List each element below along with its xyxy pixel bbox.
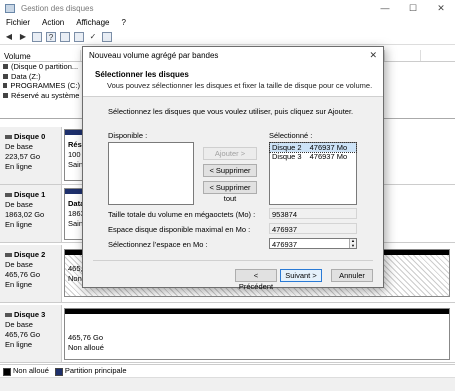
space-mb-stepper[interactable]: 476937 ▲ ▼	[269, 238, 357, 249]
dialog-title: Nouveau volume agrégé par bandes	[89, 50, 219, 60]
remove-button[interactable]: < Supprimer	[203, 164, 257, 177]
disk-icon	[5, 253, 12, 257]
volume-item[interactable]: PROGRAMMES (C:)	[0, 81, 80, 91]
volume-icon	[3, 83, 8, 89]
selected-disks-list[interactable]: Disque 2 476937 Mo Disque 3 476937 Mo	[269, 142, 357, 205]
menu-help[interactable]: ?	[115, 17, 131, 29]
list-item[interactable]: Disque 2 476937 Mo	[269, 142, 357, 153]
column-separator[interactable]	[80, 50, 81, 61]
previous-button[interactable]: < Précédent	[235, 269, 277, 291]
volume-item[interactable]: (Disque 0 partition...	[0, 62, 80, 72]
disk-view-icon[interactable]	[102, 32, 112, 42]
toolbar: ◀ ▶ ? ✓	[0, 30, 455, 45]
volume-icon	[3, 73, 8, 79]
help-icon[interactable]: ?	[46, 32, 56, 42]
max-space-label: Espace disque disponible maximal en Mo :	[108, 225, 251, 234]
disk-label[interactable]: Disque 3 De base 465,76 Go En ligne	[0, 305, 62, 362]
title-bar: Gestion des disques — ☐ ✕	[0, 0, 455, 16]
maximize-button[interactable]: ☐	[399, 0, 427, 16]
disk-icon	[5, 313, 12, 317]
list-view-icon[interactable]	[74, 32, 84, 42]
console-tree-icon[interactable]	[32, 32, 42, 42]
cancel-button[interactable]: Annuler	[331, 269, 373, 282]
total-size-label: Taille totale du volume en mégaoctets (M…	[108, 210, 256, 219]
properties-icon[interactable]	[60, 32, 70, 42]
volume-icon	[3, 64, 8, 70]
next-button[interactable]: Suivant >	[280, 269, 322, 282]
legend: Non alloué Partition principale	[0, 364, 455, 377]
dialog-title-bar: Nouveau volume agrégé par bandes ✕	[83, 47, 383, 63]
legend-item: Partition principale	[54, 366, 127, 376]
volume-icon	[3, 92, 8, 98]
column-separator[interactable]	[420, 50, 421, 61]
wizard-header: Sélectionner les disques Vous pouvez sél…	[83, 63, 383, 97]
minimize-button[interactable]: —	[371, 0, 399, 16]
menu-affichage[interactable]: Affichage	[70, 17, 115, 29]
close-icon[interactable]: ✕	[369, 49, 377, 61]
wizard-subheading: Vous pouvez sélectionner les disques et …	[107, 81, 373, 90]
menu-fichier[interactable]: Fichier	[0, 17, 36, 29]
select-space-label: Sélectionnez l’espace en Mo :	[108, 240, 208, 249]
wizard-heading: Sélectionner les disques	[95, 70, 189, 79]
back-arrow-icon[interactable]: ◀	[4, 32, 14, 42]
total-size-field: 953874	[269, 208, 357, 219]
volume-column-header[interactable]: Volume	[4, 52, 31, 61]
menu-bar: Fichier Action Affichage ?	[0, 17, 455, 29]
spinner-arrows-icon[interactable]: ▲ ▼	[349, 238, 356, 248]
disk-label[interactable]: Disque 1 De base 1863,02 Go En ligne	[0, 185, 62, 242]
remove-all-button[interactable]: < Supprimer tout	[203, 181, 257, 203]
volume-list: (Disque 0 partition... Data (Z:) PROGRAM…	[0, 62, 80, 100]
available-label: Disponible :	[108, 131, 148, 140]
disk-icon	[5, 193, 12, 197]
column-separator[interactable]	[384, 50, 385, 61]
legend-swatch	[3, 367, 11, 376]
volume-item[interactable]: Réservé au système	[0, 91, 80, 101]
divider	[93, 260, 373, 261]
max-space-field: 476937	[269, 223, 357, 234]
unallocated-block[interactable]: 465,76 Go Non alloué	[64, 308, 450, 360]
disk-row-3: Disque 3 De base 465,76 Go En ligne 465,…	[0, 305, 455, 363]
disk-management-icon	[5, 3, 15, 13]
window-title: Gestion des disques	[21, 3, 94, 13]
forward-arrow-icon[interactable]: ▶	[18, 32, 28, 42]
selected-label: Sélectionné :	[269, 131, 313, 140]
add-button[interactable]: Ajouter >	[203, 147, 257, 160]
disk-label[interactable]: Disque 0 De base 223,57 Go En ligne	[0, 127, 62, 184]
volume-item[interactable]: Data (Z:)	[0, 72, 80, 82]
legend-swatch	[54, 367, 63, 376]
disk-icon	[5, 135, 12, 139]
striped-volume-wizard: Nouveau volume agrégé par bandes ✕ Sélec…	[82, 46, 384, 291]
available-disks-list[interactable]	[108, 142, 194, 205]
check-icon[interactable]: ✓	[88, 32, 98, 42]
wizard-body: Sélectionnez les disques que vous voulez…	[83, 97, 383, 291]
disk-label[interactable]: Disque 2 De base 465,76 Go En ligne	[0, 245, 62, 302]
menu-action[interactable]: Action	[36, 17, 70, 29]
close-window-button[interactable]: ✕	[427, 0, 455, 16]
legend-item: Non alloué	[3, 366, 49, 376]
status-bar	[0, 377, 455, 391]
list-item[interactable]: Disque 3 476937 Mo	[270, 152, 356, 161]
instruction-text: Sélectionnez les disques que vous voulez…	[108, 107, 354, 116]
